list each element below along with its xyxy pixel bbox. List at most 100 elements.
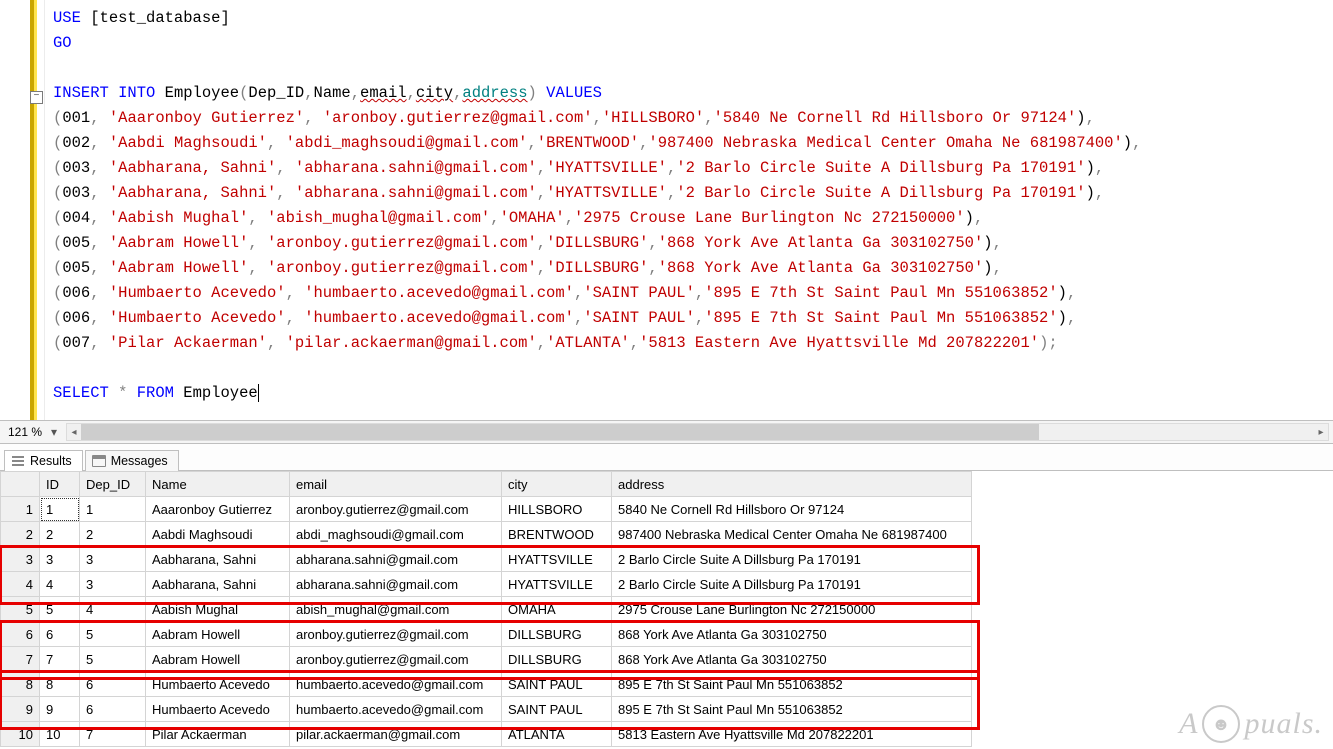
tab-messages-label: Messages (111, 454, 168, 468)
table-row[interactable]: 665Aabram Howellaronboy.gutierrez@gmail.… (1, 622, 972, 647)
cell[interactable]: OMAHA (502, 597, 612, 622)
cell[interactable]: 8 (40, 672, 80, 697)
cell[interactable]: Humbaerto Acevedo (146, 697, 290, 722)
table-row[interactable]: 333Aabharana, Sahniabharana.sahni@gmail.… (1, 547, 972, 572)
cell[interactable]: Aabharana, Sahni (146, 572, 290, 597)
cell[interactable]: 6 (40, 622, 80, 647)
cell[interactable]: aronboy.gutierrez@gmail.com (290, 497, 502, 522)
cell[interactable]: 895 E 7th St Saint Paul Mn 551063852 (612, 672, 972, 697)
zoom-dropdown-icon[interactable]: ▾ (46, 425, 62, 439)
cell[interactable]: DILLSBURG (502, 647, 612, 672)
tab-results[interactable]: Results (4, 450, 83, 471)
table-row[interactable]: 111Aaaronboy Gutierrezaronboy.gutierrez@… (1, 497, 972, 522)
cell[interactable]: ATLANTA (502, 722, 612, 747)
col-header-Dep_ID[interactable]: Dep_ID (80, 472, 146, 497)
table-row[interactable]: 775Aabram Howellaronboy.gutierrez@gmail.… (1, 647, 972, 672)
cell[interactable]: Aabharana, Sahni (146, 547, 290, 572)
col-header-address[interactable]: address (612, 472, 972, 497)
cell[interactable]: 2 (80, 522, 146, 547)
cell[interactable]: 987400 Nebraska Medical Center Omaha Ne … (612, 522, 972, 547)
cell[interactable]: Pilar Ackaerman (146, 722, 290, 747)
cell[interactable]: 3 (80, 572, 146, 597)
cell[interactable]: Humbaerto Acevedo (146, 672, 290, 697)
cell[interactable]: 3 (40, 547, 80, 572)
tab-messages[interactable]: Messages (85, 450, 179, 471)
cell[interactable]: 868 York Ave Atlanta Ga 303102750 (612, 647, 972, 672)
cell[interactable]: HYATTSVILLE (502, 547, 612, 572)
row-number[interactable]: 2 (1, 522, 40, 547)
cell[interactable]: 895 E 7th St Saint Paul Mn 551063852 (612, 697, 972, 722)
scroll-thumb[interactable] (81, 424, 1039, 440)
cell[interactable]: abish_mughal@gmail.com (290, 597, 502, 622)
table-row[interactable]: 10107Pilar Ackaermanpilar.ackaerman@gmai… (1, 722, 972, 747)
code-fold-toggle[interactable]: − (30, 91, 43, 104)
cell[interactable]: DILLSBURG (502, 622, 612, 647)
row-number[interactable]: 8 (1, 672, 40, 697)
cell[interactable]: 5 (80, 622, 146, 647)
cell[interactable]: 7 (40, 647, 80, 672)
row-number[interactable]: 9 (1, 697, 40, 722)
cell[interactable]: Aabish Mughal (146, 597, 290, 622)
cell[interactable]: 9 (40, 697, 80, 722)
col-header-email[interactable]: email (290, 472, 502, 497)
row-number[interactable]: 1 (1, 497, 40, 522)
sql-code-area[interactable]: USE [test_database] GO INSERT INTO Emplo… (45, 0, 1333, 420)
scroll-left-icon[interactable]: ◂ (67, 424, 81, 440)
cell[interactable]: 2975 Crouse Lane Burlington Nc 272150000 (612, 597, 972, 622)
row-header-corner[interactable] (1, 472, 40, 497)
cell[interactable]: 7 (80, 722, 146, 747)
cell[interactable]: humbaerto.acevedo@gmail.com (290, 697, 502, 722)
cell[interactable]: HYATTSVILLE (502, 572, 612, 597)
col-header-city[interactable]: city (502, 472, 612, 497)
cell[interactable]: abdi_maghsoudi@gmail.com (290, 522, 502, 547)
row-number[interactable]: 10 (1, 722, 40, 747)
cell[interactable]: 868 York Ave Atlanta Ga 303102750 (612, 622, 972, 647)
cell[interactable]: 2 Barlo Circle Suite A Dillsburg Pa 1701… (612, 547, 972, 572)
cell[interactable]: Aabdi Maghsoudi (146, 522, 290, 547)
table-row[interactable]: 222Aabdi Maghsoudiabdi_maghsoudi@gmail.c… (1, 522, 972, 547)
cell[interactable]: 6 (80, 672, 146, 697)
table-row[interactable]: 554Aabish Mughalabish_mughal@gmail.comOM… (1, 597, 972, 622)
cell[interactable]: SAINT PAUL (502, 697, 612, 722)
cell[interactable]: BRENTWOOD (502, 522, 612, 547)
table-row[interactable]: 996Humbaerto Acevedohumbaerto.acevedo@gm… (1, 697, 972, 722)
cell[interactable]: aronboy.gutierrez@gmail.com (290, 622, 502, 647)
cell[interactable]: HILLSBORO (502, 497, 612, 522)
row-number[interactable]: 3 (1, 547, 40, 572)
row-number[interactable]: 7 (1, 647, 40, 672)
cell[interactable]: abharana.sahni@gmail.com (290, 572, 502, 597)
col-header-ID[interactable]: ID (40, 472, 80, 497)
cell[interactable]: 5 (80, 647, 146, 672)
scroll-right-icon[interactable]: ▸ (1314, 424, 1328, 440)
cell[interactable]: Aabram Howell (146, 647, 290, 672)
cell[interactable]: 3 (80, 547, 146, 572)
cell[interactable]: Aabram Howell (146, 622, 290, 647)
tab-results-label: Results (30, 454, 72, 468)
table-row[interactable]: 443Aabharana, Sahniabharana.sahni@gmail.… (1, 572, 972, 597)
cell[interactable]: 2 Barlo Circle Suite A Dillsburg Pa 1701… (612, 572, 972, 597)
col-header-Name[interactable]: Name (146, 472, 290, 497)
cell[interactable]: SAINT PAUL (502, 672, 612, 697)
cell[interactable]: 4 (80, 597, 146, 622)
row-number[interactable]: 4 (1, 572, 40, 597)
sql-editor-pane[interactable]: − USE [test_database] GO INSERT INTO Emp… (0, 0, 1333, 421)
cell[interactable]: abharana.sahni@gmail.com (290, 547, 502, 572)
cell[interactable]: humbaerto.acevedo@gmail.com (290, 672, 502, 697)
results-grid[interactable]: IDDep_IDNameemailcityaddress 111Aaaronbo… (0, 471, 972, 747)
cell[interactable]: 5840 Ne Cornell Rd Hillsboro Or 97124 (612, 497, 972, 522)
cell[interactable]: 1 (80, 497, 146, 522)
cell[interactable]: 5813 Eastern Ave Hyattsville Md 20782220… (612, 722, 972, 747)
cell[interactable]: 10 (40, 722, 80, 747)
selected-cell[interactable]: 1 (40, 497, 80, 522)
cell[interactable]: 2 (40, 522, 80, 547)
cell[interactable]: 4 (40, 572, 80, 597)
horizontal-scrollbar[interactable]: ◂ ▸ (66, 423, 1329, 441)
cell[interactable]: Aaaronboy Gutierrez (146, 497, 290, 522)
cell[interactable]: 6 (80, 697, 146, 722)
row-number[interactable]: 5 (1, 597, 40, 622)
cell[interactable]: pilar.ackaerman@gmail.com (290, 722, 502, 747)
cell[interactable]: 5 (40, 597, 80, 622)
cell[interactable]: aronboy.gutierrez@gmail.com (290, 647, 502, 672)
row-number[interactable]: 6 (1, 622, 40, 647)
table-row[interactable]: 886Humbaerto Acevedohumbaerto.acevedo@gm… (1, 672, 972, 697)
